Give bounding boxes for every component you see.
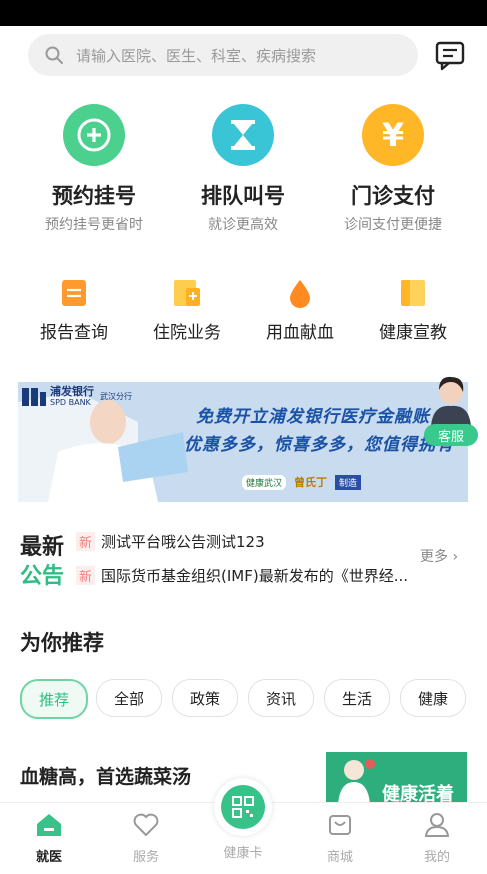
health-card-button[interactable] (214, 778, 272, 836)
chip-recommend[interactable]: 推荐 (20, 679, 88, 719)
bank-logo-icon (22, 387, 46, 406)
hospital-icon (132, 276, 242, 310)
article-title[interactable]: 血糖高，首选蔬菜汤 (20, 762, 191, 789)
service-subtitle: 预约挂号更省时 (45, 217, 143, 233)
banner-headline: 免费开立浦发银行医疗金融账 (196, 407, 430, 427)
news-item-text: 国际货币基金组织(IMF)最新发布的《世界经... (101, 567, 409, 585)
tab-medical[interactable]: 就医 (9, 812, 89, 865)
report-icon (19, 276, 129, 310)
news-title-line2: 公告 (20, 564, 65, 589)
book-icon (358, 276, 468, 310)
tab-service[interactable]: 服务 (106, 812, 186, 865)
news-item-text: 测试平台哦公告测试123 (101, 533, 265, 551)
banner-subline: 优惠多多，惊喜多多，您值得拥有 (184, 435, 454, 455)
logo-partner: 曾氏丁 (294, 476, 328, 489)
tab-label: 服务 (132, 850, 159, 865)
recommend-title: 为你推荐 (20, 631, 104, 655)
sub-service-label: 住院业务 (153, 323, 221, 343)
shop-icon (329, 815, 351, 835)
new-badge: 新 (76, 566, 96, 585)
sub-service-label: 报告查询 (40, 323, 108, 343)
heart-icon (133, 813, 159, 837)
status-bar (0, 0, 487, 26)
tab-mine[interactable]: 我的 (397, 812, 477, 865)
news-item[interactable]: 新 国际货币基金组织(IMF)最新发布的《世界经... (76, 565, 408, 586)
tab-label: 我的 (423, 850, 450, 865)
sub-service-report[interactable]: 报告查询 (19, 276, 129, 343)
chip-all[interactable]: 全部 (96, 679, 162, 717)
service-queue[interactable]: 排队叫号 就诊更高效 (178, 104, 308, 234)
tab-label: 商城 (326, 850, 353, 865)
service-payment[interactable]: ¥ 门诊支付 诊间支付更便捷 (328, 104, 458, 234)
chip-news[interactable]: 资讯 (248, 679, 314, 717)
blood-drop-icon (245, 276, 355, 310)
sub-service-hospital[interactable]: 住院业务 (132, 276, 242, 343)
bank-english-name: SPD BANK (50, 398, 91, 407)
more-link[interactable]: 更多 › (420, 546, 458, 566)
tab-mall[interactable]: 商城 (300, 812, 380, 865)
article-thumbnail-text: 健康活着 (382, 784, 454, 804)
customer-service-button[interactable]: 客服 (420, 374, 482, 456)
tab-label: 健康卡 (223, 846, 263, 861)
user-icon (424, 813, 450, 837)
logo-health-wuhan: 健康武汉 (242, 474, 287, 490)
customer-service-label: 客服 (424, 424, 478, 446)
message-icon[interactable] (432, 38, 468, 72)
article-thumbnail[interactable]: 健康活着 (326, 752, 467, 804)
chip-policy[interactable]: 政策 (172, 679, 238, 717)
chip-health[interactable]: 健康 (400, 679, 466, 717)
search-bar[interactable]: 请输入医院、医生、科室、疾病搜索 (28, 34, 418, 76)
new-badge: 新 (76, 532, 96, 551)
sub-service-blood[interactable]: 用血献血 (245, 276, 355, 343)
search-input[interactable]: 请输入医院、医生、科室、疾病搜索 (76, 45, 316, 66)
service-title: 门诊支付 (351, 184, 435, 208)
logo-sponsor: 制造 (335, 474, 362, 490)
qr-code-icon (221, 785, 265, 829)
plus-icon (63, 104, 125, 166)
home-icon (37, 814, 61, 836)
sub-service-label: 用血献血 (266, 323, 334, 343)
news-title-line1: 最新 (20, 535, 65, 560)
service-title: 排队叫号 (201, 184, 285, 208)
service-subtitle: 诊间支付更便捷 (344, 217, 442, 233)
news-item[interactable]: 新 测试平台哦公告测试123 (76, 531, 265, 552)
tab-health-card[interactable]: 健康卡 (203, 838, 283, 861)
bank-branch: 武汉分行 (100, 392, 132, 401)
yen-icon: ¥ (362, 104, 424, 166)
service-appointment[interactable]: 预约挂号 预约挂号更省时 (29, 104, 159, 234)
bank-name: 浦发银行 (50, 385, 94, 398)
hourglass-icon (212, 104, 274, 166)
tab-label: 就医 (35, 850, 62, 865)
sub-service-label: 健康宣教 (379, 323, 447, 343)
promo-banner[interactable]: 浦发银行 SPD BANK 武汉分行 免费开立浦发银行医疗金融账 优惠多多，惊喜… (18, 382, 468, 502)
chevron-right-icon: › (452, 549, 459, 565)
customer-service-avatar (431, 376, 471, 426)
service-subtitle: 就诊更高效 (208, 217, 278, 233)
more-label: 更多 (420, 549, 448, 565)
chip-life[interactable]: 生活 (324, 679, 390, 717)
search-icon (45, 46, 63, 64)
service-title: 预约挂号 (52, 184, 136, 208)
sub-service-education[interactable]: 健康宣教 (358, 276, 468, 343)
